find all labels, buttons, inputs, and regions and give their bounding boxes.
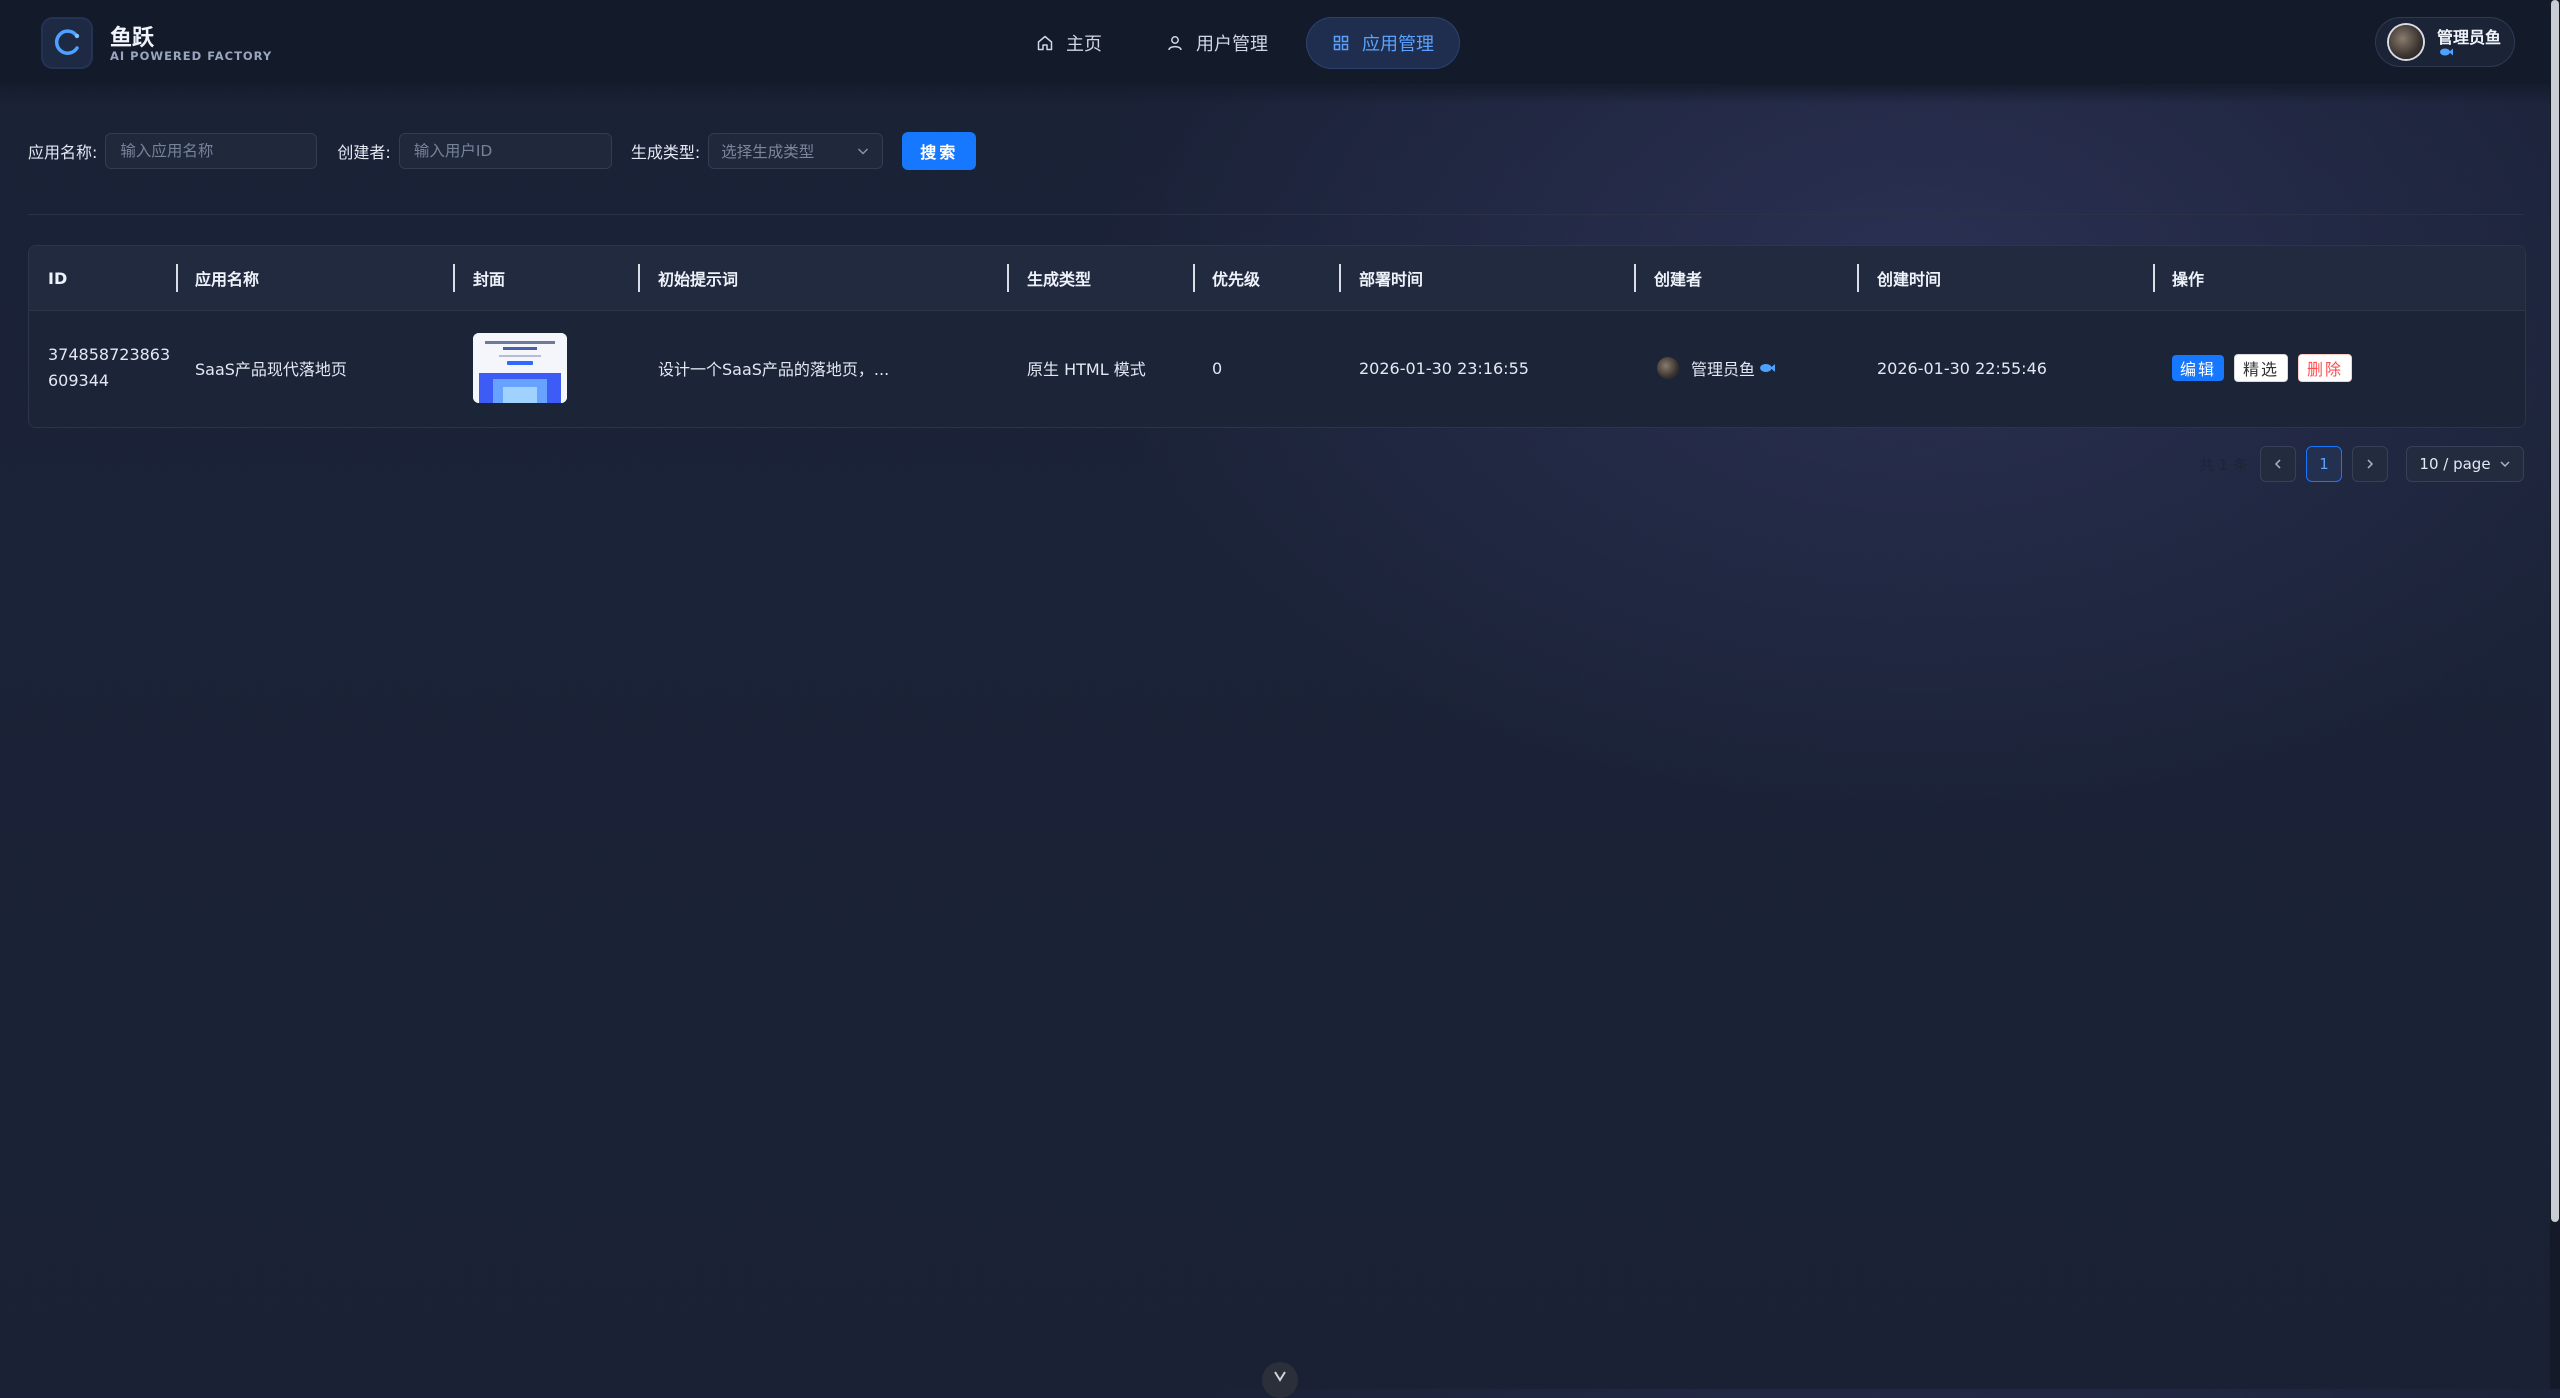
th-actions: 操作 (2172, 270, 2205, 289)
app-name-field[interactable] (105, 133, 318, 169)
chevron-right-icon (2367, 459, 2374, 469)
cell-gen-type: 原生 HTML 模式 (1027, 360, 1146, 379)
creator-label: 创建者: (337, 143, 391, 162)
nav-item-home[interactable]: 主页 (1010, 17, 1128, 69)
chevron-down-icon (1274, 1371, 1286, 1382)
fish-icon (2440, 48, 2453, 56)
chevron-down-icon (858, 148, 869, 155)
th-id: ID (48, 268, 68, 288)
logo-icon[interactable] (41, 17, 93, 69)
prev-page-button[interactable] (2260, 446, 2296, 482)
page-size-value: 10 / page (2419, 455, 2491, 473)
column-resize-handle[interactable] (453, 264, 455, 292)
cell-creator: 管理员鱼 (1657, 310, 1776, 426)
pagination-total: 共 1 条 (2198, 455, 2248, 474)
avatar (1657, 357, 1679, 379)
nav-item-label: 应用管理 (1362, 34, 1434, 55)
th-creator: 创建者 (1654, 270, 1703, 289)
column-resize-handle[interactable] (1193, 264, 1195, 292)
nav-item-users[interactable]: 用户管理 (1140, 17, 1294, 69)
column-resize-handle[interactable] (1007, 264, 1009, 292)
cell-create-time: 2026-01-30 22:55:46 (1877, 358, 2047, 378)
creator-field[interactable] (398, 133, 612, 169)
main-nav: 主页 用户管理 应用管理 (1010, 17, 1460, 69)
th-create-time: 创建时间 (1877, 270, 1942, 289)
page-size-select[interactable]: 10 / page (2406, 446, 2524, 482)
column-resize-handle[interactable] (1634, 264, 1636, 292)
column-resize-handle[interactable] (2153, 264, 2155, 292)
cell-deploy-time: 2026-01-30 23:16:55 (1359, 358, 1529, 378)
id-line: 374858723863 (48, 345, 171, 364)
column-resize-handle[interactable] (638, 264, 640, 292)
th-app-name: 应用名称 (195, 270, 260, 289)
apps-table: ID 应用名称 封面 初始提示词 生成类型 优先级 部署时间 创建者 创建时间 … (28, 245, 2526, 428)
nav-item-label: 用户管理 (1196, 34, 1268, 55)
cell-app-name: SaaS产品现代落地页 (195, 360, 347, 379)
user-menu[interactable]: 管理员鱼 (2375, 17, 2515, 67)
user-name: 管理员鱼 (2437, 28, 2502, 47)
gen-type-label: 生成类型: (630, 143, 701, 162)
brand-name: 鱼跃 (110, 26, 155, 51)
chevron-down-icon (2500, 461, 2510, 468)
table-header: ID 应用名称 封面 初始提示词 生成类型 优先级 部署时间 创建者 创建时间 … (29, 246, 2525, 311)
edit-button[interactable]: 编辑 (2172, 355, 2225, 381)
delete-button[interactable]: 删除 (2298, 354, 2353, 382)
search-button[interactable]: 搜索 (902, 132, 977, 170)
scrollbar-thumb[interactable] (2551, 0, 2559, 1222)
cell-priority: 0 (1212, 358, 1223, 378)
next-page-button[interactable] (2352, 446, 2388, 482)
id-line: 609344 (48, 371, 110, 390)
fish-icon (1760, 364, 1776, 372)
grid-icon (1332, 34, 1350, 52)
nav-item-label: 主页 (1066, 34, 1102, 55)
home-icon (1036, 34, 1054, 52)
scrollbar[interactable] (2550, 0, 2560, 1389)
cover-thumbnail[interactable] (473, 333, 567, 403)
avatar (2389, 25, 2423, 59)
pagination: 共 1 条 1 10 / page (2199, 445, 2524, 483)
chevron-left-icon (2274, 459, 2281, 469)
cell-prompt: 设计一个SaaS产品的落地页，... (658, 360, 890, 379)
scroll-down-button[interactable] (1262, 1362, 1298, 1398)
page-number-button[interactable]: 1 (2306, 446, 2342, 482)
column-resize-handle[interactable] (1339, 264, 1341, 292)
th-priority: 优先级 (1212, 270, 1261, 289)
gen-type-placeholder: 选择生成类型 (721, 143, 815, 161)
user-icon (1166, 34, 1184, 52)
th-deploy-time: 部署时间 (1359, 270, 1424, 289)
cell-id: 374858723863 609344 (48, 310, 170, 426)
th-gen-type: 生成类型 (1027, 270, 1092, 289)
filter-bar: 应用名称: 创建者: 生成类型: 选择生成类型 搜索 (28, 132, 977, 170)
feature-button[interactable]: 精选 (2234, 354, 2289, 382)
th-prompt: 初始提示词 (658, 270, 739, 289)
th-cover: 封面 (473, 270, 506, 289)
nav-item-apps[interactable]: 应用管理 (1306, 17, 1460, 69)
cell-actions: 编辑 精选 删除 (2172, 310, 2362, 426)
app-name-label: 应用名称: (28, 143, 98, 162)
column-resize-handle[interactable] (1857, 264, 1859, 292)
brand-subtitle: AI POWERED FACTORY (110, 49, 273, 63)
cell-cover (473, 310, 567, 426)
filter-divider (28, 214, 2524, 215)
gen-type-select[interactable]: 选择生成类型 (708, 133, 884, 169)
creator-name: 管理员鱼 (1691, 360, 1756, 379)
creator-input[interactable] (411, 141, 599, 161)
header-shadow (0, 84, 2560, 104)
top-header: 鱼跃 AI POWERED FACTORY 主页 用户管理 应用管理 管理员鱼 (0, 0, 2560, 85)
column-resize-handle[interactable] (176, 264, 178, 292)
app-name-input[interactable] (118, 141, 305, 161)
